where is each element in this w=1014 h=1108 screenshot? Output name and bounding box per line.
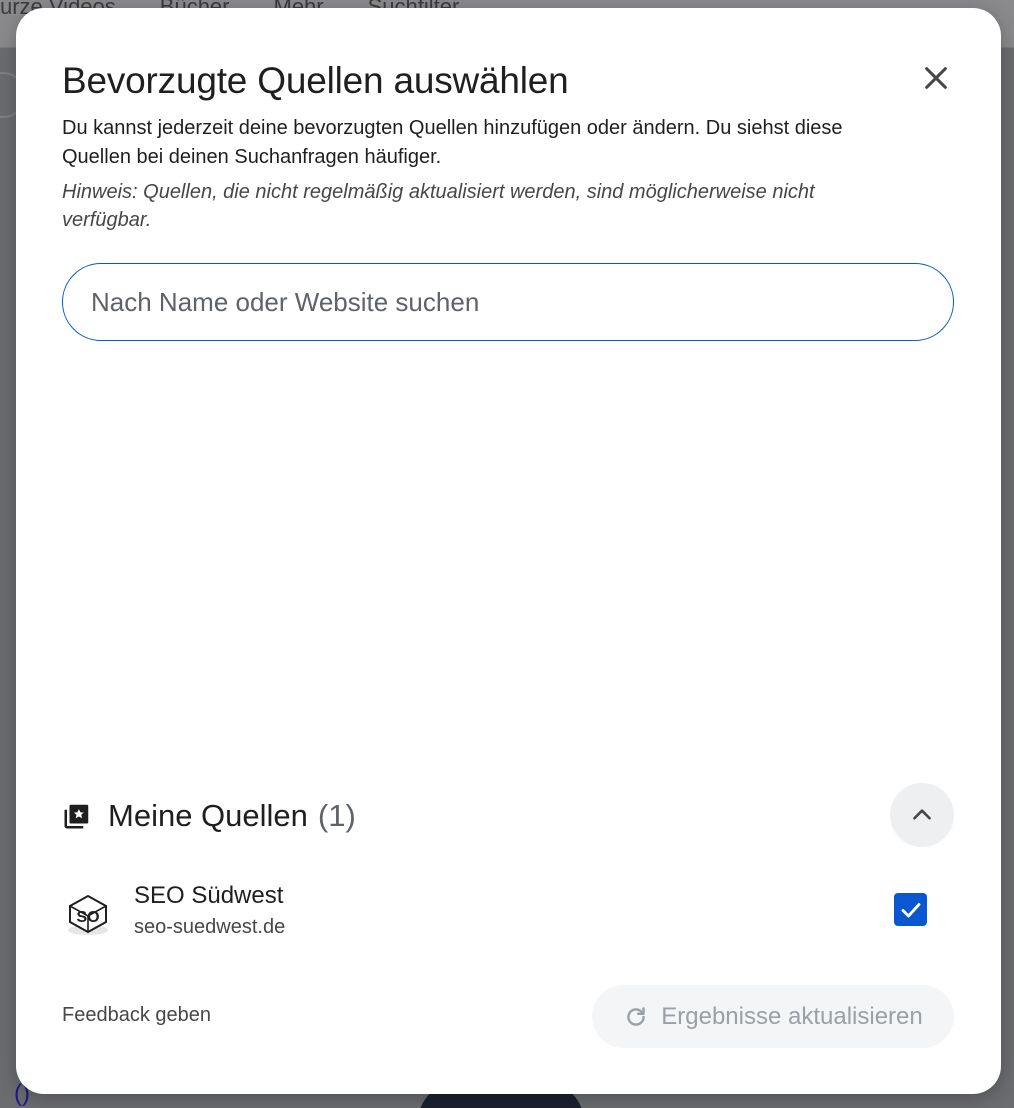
source-list-item[interactable]: SO SEO Südwest seo-suedwest.de — [62, 876, 954, 946]
dialog-hint: Hinweis: Quellen, die nicht regelmäßig a… — [62, 181, 815, 231]
svg-text:SO: SO — [76, 909, 99, 926]
close-icon — [925, 67, 947, 89]
chevron-up-icon — [913, 809, 931, 820]
dialog-description: Du kannst jederzeit deine bevorzugten Qu… — [62, 117, 843, 168]
close-button[interactable] — [912, 58, 960, 98]
my-sources-count: (1) — [317, 798, 356, 833]
refresh-icon — [627, 1006, 646, 1026]
dialog-title: Bevorzugte Quellen auswählen — [62, 60, 569, 101]
source-logo: SO — [62, 886, 114, 938]
preferred-sources-dialog: Bevorzugte Quellen auswählen Du kannst j… — [16, 8, 1001, 1094]
refresh-results-label: Ergebnisse aktualisieren — [661, 1002, 923, 1030]
source-name: SEO Südwest — [134, 882, 284, 909]
my-sources-label: Meine Quellen — [108, 798, 308, 833]
search-box[interactable] — [62, 263, 954, 341]
source-url: seo-suedwest.de — [134, 916, 286, 938]
feedback-link[interactable]: Feedback geben — [62, 1004, 211, 1027]
refresh-results-button[interactable]: Ergebnisse aktualisieren — [592, 985, 954, 1048]
my-sources-header: Meine Quellen (1) — [62, 794, 356, 838]
starred-collection-icon — [64, 804, 89, 829]
search-input[interactable] — [91, 264, 931, 340]
collapse-button[interactable] — [890, 783, 954, 847]
checkmark-icon — [901, 902, 920, 917]
source-checkbox[interactable] — [894, 893, 927, 926]
